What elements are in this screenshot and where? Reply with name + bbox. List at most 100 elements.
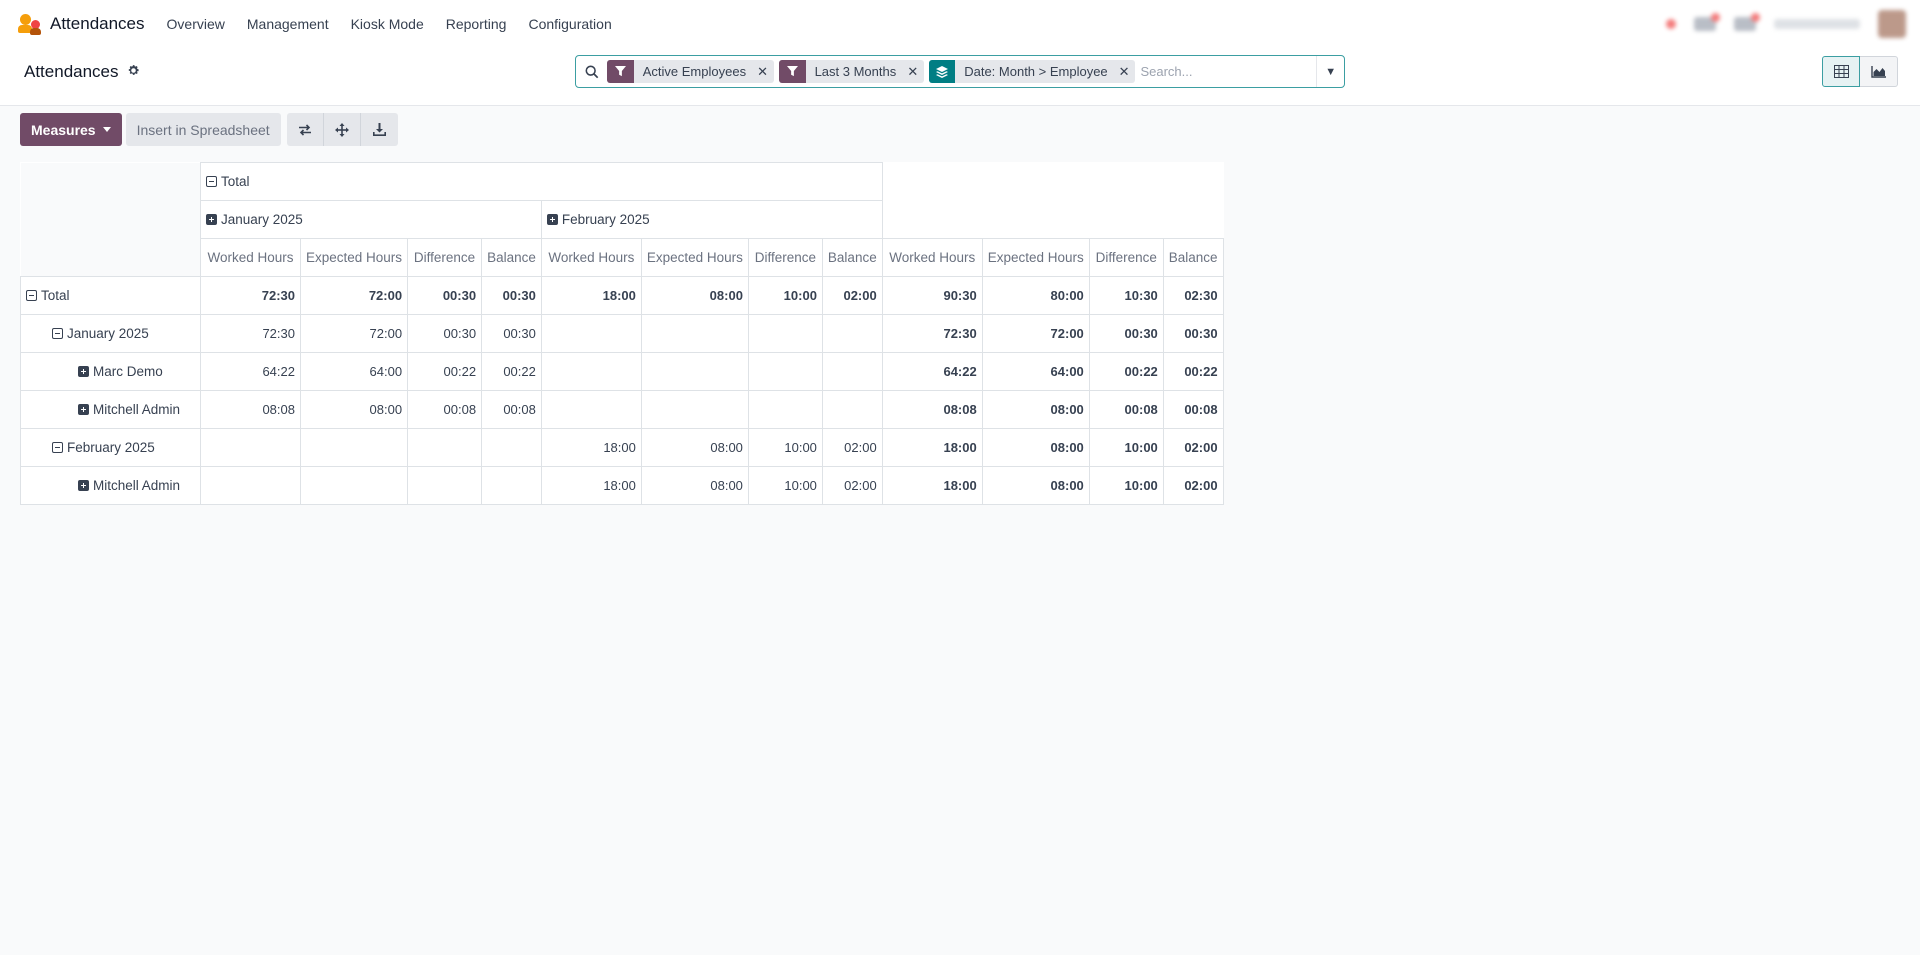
- pivot-cell[interactable]: [540, 352, 642, 391]
- pivot-cell[interactable]: 10:00: [747, 466, 823, 505]
- pivot-view-button[interactable]: [1822, 56, 1860, 87]
- measure-header-january-2025-balance[interactable]: Balance: [481, 238, 542, 277]
- pivot-cell[interactable]: [640, 352, 749, 391]
- pivot-cell[interactable]: 18:00: [881, 466, 983, 505]
- pivot-cell[interactable]: 00:22: [1088, 352, 1164, 391]
- pivot-cell[interactable]: 72:30: [200, 276, 301, 315]
- facet-remove-icon[interactable]: ✕: [905, 64, 924, 80]
- pivot-cell[interactable]: 64:22: [881, 352, 983, 391]
- user-avatar[interactable]: [1878, 10, 1906, 38]
- measure-header-january-2025-worked-hours[interactable]: Worked Hours: [200, 238, 301, 277]
- pivot-cell[interactable]: [299, 428, 409, 467]
- pivot-cell[interactable]: [747, 390, 823, 429]
- pivot-cell[interactable]: [640, 390, 749, 429]
- pivot-cell[interactable]: 10:00: [747, 428, 823, 467]
- search-options-toggle[interactable]: ▼: [1316, 56, 1344, 87]
- pivot-cell[interactable]: 08:00: [981, 390, 1090, 429]
- col-header-total[interactable]: Total: [200, 162, 883, 201]
- pivot-cell[interactable]: [407, 466, 483, 505]
- messages-icon[interactable]: [1694, 13, 1720, 31]
- row-header[interactable]: Mitchell Admin: [20, 390, 201, 429]
- graph-view-button[interactable]: [1860, 56, 1898, 87]
- pivot-cell[interactable]: [540, 314, 642, 353]
- measure-header-february-2025-balance[interactable]: Balance: [821, 238, 883, 277]
- insert-in-spreadsheet-button[interactable]: Insert in Spreadsheet: [125, 113, 281, 146]
- pivot-cell[interactable]: 00:22: [407, 352, 483, 391]
- pivot-cell[interactable]: [821, 352, 883, 391]
- col-header-february-2025[interactable]: February 2025: [540, 200, 883, 239]
- pivot-cell[interactable]: 72:30: [881, 314, 983, 353]
- pivot-cell[interactable]: 02:00: [821, 428, 883, 467]
- pivot-cell[interactable]: 00:08: [407, 390, 483, 429]
- pivot-cell[interactable]: 08:00: [640, 428, 749, 467]
- pivot-cell[interactable]: 10:00: [747, 276, 823, 315]
- menu-overview[interactable]: Overview: [167, 16, 225, 32]
- pivot-cell[interactable]: 64:22: [200, 352, 301, 391]
- status-indicator-icon[interactable]: [1666, 19, 1676, 29]
- measure-header-total-expected-hours[interactable]: Expected Hours: [981, 238, 1090, 277]
- pivot-cell[interactable]: 02:00: [1162, 428, 1224, 467]
- pivot-cell[interactable]: 08:00: [299, 390, 409, 429]
- pivot-cell[interactable]: 72:00: [299, 314, 409, 353]
- measure-header-february-2025-worked-hours[interactable]: Worked Hours: [540, 238, 642, 277]
- pivot-cell[interactable]: 00:08: [1088, 390, 1164, 429]
- menu-configuration[interactable]: Configuration: [528, 16, 611, 32]
- pivot-cell[interactable]: 80:00: [981, 276, 1090, 315]
- pivot-cell[interactable]: 00:08: [481, 390, 542, 429]
- row-header[interactable]: January 2025: [20, 314, 201, 353]
- pivot-cell[interactable]: 00:30: [481, 276, 542, 315]
- pivot-cell[interactable]: 02:30: [1162, 276, 1224, 315]
- pivot-cell[interactable]: 08:00: [981, 428, 1090, 467]
- pivot-cell[interactable]: [540, 390, 642, 429]
- measure-header-january-2025-expected-hours[interactable]: Expected Hours: [299, 238, 409, 277]
- measure-header-february-2025-expected-hours[interactable]: Expected Hours: [640, 238, 749, 277]
- menu-management[interactable]: Management: [247, 16, 329, 32]
- pivot-cell[interactable]: [747, 352, 823, 391]
- menu-reporting[interactable]: Reporting: [446, 16, 507, 32]
- gear-icon[interactable]: [127, 64, 140, 80]
- measures-button[interactable]: Measures: [20, 113, 122, 146]
- pivot-cell[interactable]: [640, 314, 749, 353]
- pivot-cell[interactable]: [747, 314, 823, 353]
- pivot-cell[interactable]: 72:00: [981, 314, 1090, 353]
- pivot-cell[interactable]: 00:30: [407, 276, 483, 315]
- pivot-cell[interactable]: 18:00: [540, 428, 642, 467]
- row-header[interactable]: February 2025: [20, 428, 201, 467]
- flip-axis-button[interactable]: [286, 113, 324, 146]
- search-input[interactable]: [1140, 56, 1317, 87]
- pivot-cell[interactable]: [200, 428, 301, 467]
- pivot-cell[interactable]: 02:00: [821, 276, 883, 315]
- facet-remove-icon[interactable]: ✕: [1117, 64, 1136, 80]
- pivot-cell[interactable]: [481, 466, 542, 505]
- pivot-cell[interactable]: 72:30: [200, 314, 301, 353]
- pivot-cell[interactable]: 02:00: [1162, 466, 1224, 505]
- row-header[interactable]: Mitchell Admin: [20, 466, 201, 505]
- pivot-cell[interactable]: 64:00: [299, 352, 409, 391]
- pivot-cell[interactable]: 08:00: [640, 466, 749, 505]
- pivot-cell[interactable]: 08:08: [200, 390, 301, 429]
- col-header-january-2025[interactable]: January 2025: [200, 200, 542, 239]
- company-switcher[interactable]: [1774, 19, 1860, 29]
- pivot-cell[interactable]: 18:00: [540, 466, 642, 505]
- facet-remove-icon[interactable]: ✕: [755, 64, 774, 80]
- pivot-cell[interactable]: 10:30: [1088, 276, 1164, 315]
- pivot-cell[interactable]: 18:00: [540, 276, 642, 315]
- menu-kiosk-mode[interactable]: Kiosk Mode: [351, 16, 424, 32]
- row-header[interactable]: Marc Demo: [20, 352, 201, 391]
- pivot-cell[interactable]: 18:00: [881, 428, 983, 467]
- measure-header-february-2025-difference[interactable]: Difference: [747, 238, 823, 277]
- pivot-cell[interactable]: 64:00: [981, 352, 1090, 391]
- activities-icon[interactable]: [1734, 13, 1760, 31]
- pivot-cell[interactable]: 72:00: [299, 276, 409, 315]
- pivot-cell[interactable]: 00:22: [1162, 352, 1224, 391]
- search-icon[interactable]: [576, 65, 607, 79]
- measure-header-total-difference[interactable]: Difference: [1088, 238, 1164, 277]
- pivot-cell[interactable]: 08:08: [881, 390, 983, 429]
- pivot-cell[interactable]: 02:00: [821, 466, 883, 505]
- measure-header-total-worked-hours[interactable]: Worked Hours: [881, 238, 983, 277]
- pivot-cell[interactable]: 90:30: [881, 276, 983, 315]
- expand-all-button[interactable]: [323, 113, 361, 146]
- app-title[interactable]: Attendances: [50, 14, 145, 34]
- pivot-cell[interactable]: 00:08: [1162, 390, 1224, 429]
- download-button[interactable]: [360, 113, 398, 146]
